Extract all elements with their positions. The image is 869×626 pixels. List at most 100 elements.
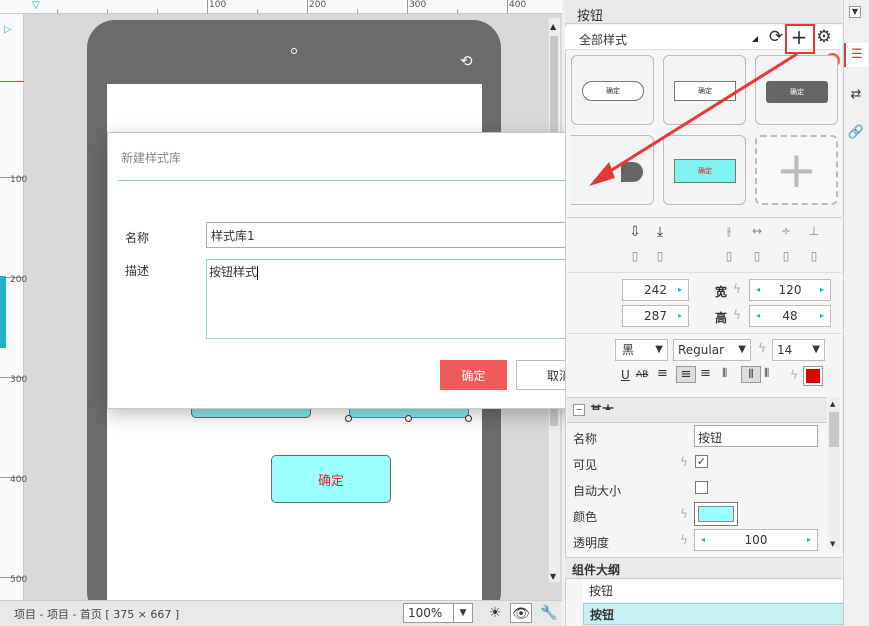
gear-icon[interactable]: ⚙ [814,27,834,47]
collapse-icon[interactable]: − [573,404,585,416]
rotate-device-icon[interactable]: ⟲ [460,52,480,70]
fill-color-swatch [698,506,734,522]
align-middle-icon[interactable]: ▯ [749,249,765,263]
increment-icon[interactable]: ▸ [678,280,682,300]
panel-header [565,0,842,24]
ruler-label: 100 [209,0,227,10]
scroll-down-icon[interactable]: ▼ [550,572,556,581]
height-input[interactable]: ◂ 48 ▸ [749,305,831,327]
lightning-icon[interactable]: ϟ [680,507,688,521]
interaction-icon[interactable]: ⇄ [844,83,868,107]
font-family-select[interactable]: 黑 ▼ [615,339,668,361]
distribute-v-icon[interactable]: ÷ [778,224,794,238]
move-down-icon[interactable]: ⇩ [627,224,643,240]
text-color-picker[interactable] [803,366,823,386]
resize-handle[interactable] [465,415,472,422]
align-text-right-icon[interactable]: ≡ [700,366,711,381]
scroll-down-icon[interactable]: ▼ [830,540,835,548]
decrement-icon[interactable]: ◂ [701,530,705,550]
library-select-value: 全部样式 [579,33,628,47]
ruler-label: 200 [309,0,327,10]
move-bottom-icon[interactable]: ⤓ [652,224,668,240]
x-position-input[interactable]: 242 ▸ [622,279,689,301]
chevron-down-icon[interactable]: ▼ [453,604,472,622]
strikethrough-icon[interactable]: AB [636,370,648,380]
underline-icon[interactable]: U [621,368,630,382]
scroll-up-icon[interactable]: ▲ [830,400,835,408]
autosize-checkbox[interactable] [695,481,708,494]
link-icon[interactable]: 🔗 [844,121,868,145]
dropdown-arrow-icon[interactable] [752,36,758,42]
fill-color-picker[interactable] [694,502,738,526]
decrement-icon[interactable]: ◂ [756,280,760,300]
library-description-value: 按钮样式 [209,265,258,279]
font-weight-select[interactable]: Regular ▼ [673,339,751,361]
y-position-input[interactable]: 287 ▸ [622,305,689,327]
outline-item[interactable]: 按钮 [583,580,851,602]
increment-icon[interactable]: ▸ [820,280,824,300]
align-top-icon[interactable]: ⊥ [806,224,822,238]
align-text-center-icon[interactable]: ≡ [676,366,696,383]
align-text-left-icon[interactable]: ≡ [657,366,668,381]
scroll-up-icon[interactable]: ▲ [550,22,556,31]
align-center-h-icon[interactable]: ⫲ [721,224,737,239]
ruler-marker-icon[interactable]: ▷ [4,24,12,35]
chevron-down-icon[interactable]: ▼ [849,6,861,18]
collapse-left-tab[interactable] [0,276,6,348]
font-size-select[interactable]: 14 ▼ [772,339,825,361]
align-stretch-icon[interactable]: ▯ [806,249,822,263]
align-left-icon[interactable]: ▯ [627,249,643,263]
resize-handle[interactable] [345,415,352,422]
increment-icon[interactable]: ▸ [820,306,824,326]
style-list-icon[interactable]: ☰ [844,43,868,67]
wrench-icon[interactable]: 🔧 [538,603,560,623]
prop-opacity-label: 透明度 [573,536,610,550]
prop-name-label: 名称 [573,432,598,446]
eye-icon[interactable]: 👁 [510,603,532,623]
lightning-icon[interactable]: ϟ [733,308,741,322]
divider [567,217,842,218]
opacity-value: 100 [744,533,768,547]
chevron-down-icon[interactable]: ▼ [812,340,820,360]
align-right-icon[interactable]: ▯ [652,249,668,263]
ruler-label: 400 [10,475,28,485]
ruler-label: 500 [10,575,28,585]
confirm-button[interactable]: 确定 [440,360,507,390]
align-baseline-icon[interactable]: ▯ [778,249,794,263]
library-description-input[interactable]: 按钮样式 [206,259,602,339]
lightning-icon[interactable]: ϟ [680,533,688,547]
library-name-input[interactable]: 样式库1 [206,222,602,248]
chevron-down-icon[interactable]: ▼ [738,340,746,360]
outline-item-selected[interactable]: 按钮 [583,603,851,625]
brightness-icon[interactable]: ☀ [484,603,506,623]
properties-scroll-thumb[interactable] [829,412,839,447]
font-family-value: 黑 [622,343,635,357]
visible-checkbox[interactable]: ✓ [695,455,708,468]
ruler-marker-icon[interactable]: ▽ [32,0,40,11]
valign-bottom-icon[interactable]: ⦀ [764,366,769,381]
decrement-icon[interactable]: ◂ [756,306,760,326]
increment-icon[interactable]: ▸ [678,306,682,326]
prop-name-input[interactable]: 按钮 [694,425,818,447]
y-position-value: 287 [644,309,667,323]
opacity-input[interactable]: ◂ 100 ▸ [694,529,818,551]
resize-handle[interactable] [405,415,412,422]
lightning-icon[interactable]: ϟ [680,455,688,469]
dialog-title: 新建样式库 [121,151,182,165]
section-base-header[interactable] [567,397,827,423]
ruler-label: 300 [10,375,28,385]
panel-title: 按钮 [577,9,604,24]
lightning-icon[interactable]: ϟ [733,282,741,296]
canvas-confirm-button[interactable]: 确定 [271,455,391,503]
align-bottom-icon[interactable]: ▯ [721,249,737,263]
increment-icon[interactable]: ▸ [807,530,811,550]
chevron-down-icon[interactable]: ▼ [655,340,663,360]
width-input[interactable]: ◂ 120 ▸ [749,279,831,301]
distribute-h-icon[interactable]: ↔ [749,224,765,238]
divider [567,333,842,334]
valign-middle-icon[interactable]: ⦀ [741,366,761,383]
valign-top-icon[interactable]: ⦀ [722,366,727,381]
lightning-icon[interactable]: ϟ [790,368,798,382]
refresh-icon[interactable]: ⟳ [766,27,786,47]
lightning-icon[interactable]: ϟ [758,341,766,355]
